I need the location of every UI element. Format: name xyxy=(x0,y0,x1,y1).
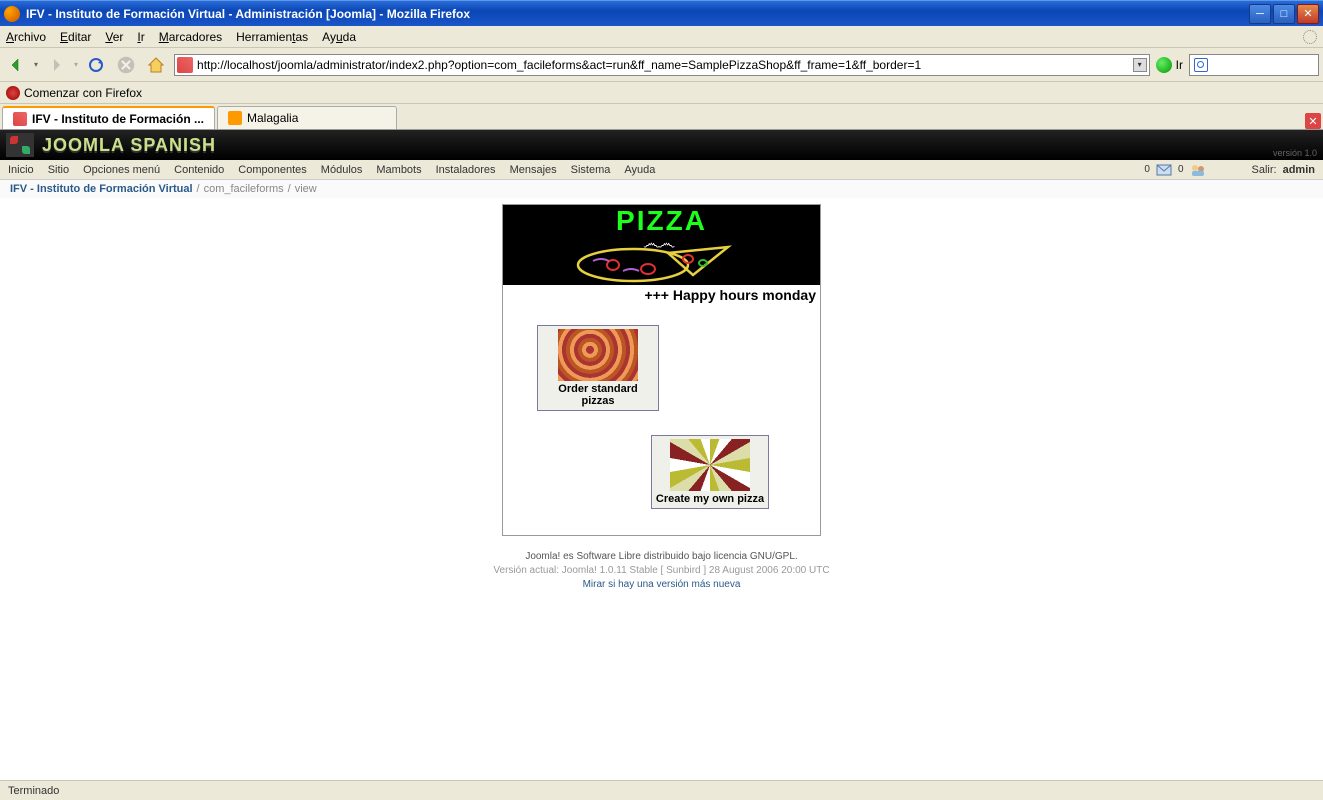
close-button[interactable]: ✕ xyxy=(1297,4,1319,24)
firefox-nav-toolbar: ▾ ▾ ▾ Ir xyxy=(0,48,1323,82)
create-own-button[interactable]: Create my own pizza xyxy=(651,435,769,509)
logout-user[interactable]: admin xyxy=(1283,164,1315,176)
jmenu-instaladores[interactable]: Instaladores xyxy=(436,164,496,176)
jmenu-modulos[interactable]: Módulos xyxy=(321,164,363,176)
order-standard-button[interactable]: Order standard pizzas xyxy=(537,325,659,411)
tab-favicon xyxy=(13,112,27,126)
url-input[interactable] xyxy=(197,58,1133,72)
close-tab-button[interactable]: ✕ xyxy=(1305,113,1321,129)
firefox-menubar: Archivo Editar Ver Ir Marcadores Herrami… xyxy=(0,26,1323,48)
back-button[interactable] xyxy=(4,53,28,77)
pizza-thumb-icon xyxy=(670,439,750,491)
pizza-banner: PIZZA ෴෴ xyxy=(503,205,820,285)
content-area: PIZZA ෴෴ +++ Happy hours monday xyxy=(0,198,1323,800)
address-dropdown-icon[interactable]: ▾ xyxy=(1133,58,1147,72)
breadcrumb-component: com_facileforms xyxy=(204,183,284,195)
users-count: 0 xyxy=(1178,164,1184,175)
tab-malagalia[interactable]: Malagalia xyxy=(217,106,397,129)
stop-button[interactable] xyxy=(114,53,138,77)
menu-herramientas[interactable]: Herramientas xyxy=(236,30,308,44)
jmenu-mensajes[interactable]: Mensajes xyxy=(510,164,557,176)
breadcrumb-sep: / xyxy=(197,183,200,195)
joomla-header: JOOMLA SPANISH versión 1.0 xyxy=(0,130,1323,160)
menu-archivo[interactable]: Archivo xyxy=(6,30,46,44)
tab-strip: IFV - Instituto de Formación ... Malagal… xyxy=(0,104,1323,130)
breadcrumb-view: view xyxy=(295,183,317,195)
jmenu-mambots[interactable]: Mambots xyxy=(376,164,421,176)
go-button-label[interactable]: Ir xyxy=(1176,58,1183,72)
bookmark-icon xyxy=(6,86,20,100)
tab-label: IFV - Instituto de Formación ... xyxy=(32,112,204,126)
logout-label: Salir: xyxy=(1252,164,1277,176)
joomla-logo-icon xyxy=(6,133,34,157)
card-label: Create my own pizza xyxy=(655,493,765,505)
jmenu-opciones[interactable]: Opciones menú xyxy=(83,164,160,176)
joomla-menubar: Inicio Sitio Opciones menú Contenido Com… xyxy=(0,160,1323,180)
forward-button[interactable] xyxy=(44,53,68,77)
bookmarks-toolbar: Comenzar con Firefox xyxy=(0,82,1323,104)
firefox-icon xyxy=(4,6,20,22)
marquee-text: +++ Happy hours monday xyxy=(503,285,820,307)
maximize-button[interactable]: □ xyxy=(1273,4,1295,24)
footer-line2: Versión actual: Joomla! 1.0.11 Stable [ … xyxy=(493,564,829,578)
jmenu-sistema[interactable]: Sistema xyxy=(571,164,611,176)
card-label: Order standard pizzas xyxy=(541,383,655,407)
bookmark-item-comenzar[interactable]: Comenzar con Firefox xyxy=(24,86,142,100)
jmenu-ayuda[interactable]: Ayuda xyxy=(624,164,655,176)
footer-update-link[interactable]: Mirar si hay una versión más nueva xyxy=(493,578,829,592)
search-bar[interactable] xyxy=(1189,54,1319,76)
pizza-neon-icon xyxy=(573,243,733,283)
breadcrumb-home[interactable]: IFV - Instituto de Formación Virtual xyxy=(10,183,193,195)
window-titlebar: IFV - Instituto de Formación Virtual - A… xyxy=(0,0,1323,26)
joomla-version: versión 1.0 xyxy=(1273,148,1317,158)
back-dropdown-icon[interactable]: ▾ xyxy=(34,60,38,69)
menu-ayuda[interactable]: Ayuda xyxy=(322,30,356,44)
home-button[interactable] xyxy=(144,53,168,77)
tab-label: Malagalia xyxy=(247,111,298,125)
menu-marcadores[interactable]: Marcadores xyxy=(159,30,222,44)
throbber-icon xyxy=(1303,30,1317,44)
jmenu-componentes[interactable]: Componentes xyxy=(238,164,307,176)
menu-ver[interactable]: Ver xyxy=(105,30,123,44)
window-title: IFV - Instituto de Formación Virtual - A… xyxy=(26,7,1249,21)
breadcrumb-sep: / xyxy=(288,183,291,195)
pizza-thumb-icon xyxy=(558,329,638,381)
tab-ifv[interactable]: IFV - Instituto de Formación ... xyxy=(2,106,215,129)
pizza-form-frame: PIZZA ෴෴ +++ Happy hours monday xyxy=(502,204,821,536)
messages-count: 0 xyxy=(1144,164,1150,175)
jmenu-sitio[interactable]: Sitio xyxy=(48,164,69,176)
joomla-brand: JOOMLA SPANISH xyxy=(42,135,216,156)
search-engine-icon[interactable] xyxy=(1194,58,1208,72)
minimize-button[interactable]: ─ xyxy=(1249,4,1271,24)
users-icon[interactable] xyxy=(1190,163,1206,177)
reload-button[interactable] xyxy=(84,53,108,77)
envelope-icon[interactable] xyxy=(1156,163,1172,177)
status-bar: Terminado xyxy=(0,780,1323,800)
address-bar[interactable]: ▾ xyxy=(174,54,1150,76)
forward-dropdown-icon[interactable]: ▾ xyxy=(74,60,78,69)
tab-favicon xyxy=(228,111,242,125)
jmenu-inicio[interactable]: Inicio xyxy=(8,164,34,176)
joomla-footer: Joomla! es Software Libre distribuido ba… xyxy=(493,550,829,592)
breadcrumb: IFV - Instituto de Formación Virtual / c… xyxy=(0,180,1323,198)
go-button-icon[interactable] xyxy=(1156,57,1172,73)
menu-ir[interactable]: Ir xyxy=(137,30,144,44)
jmenu-contenido[interactable]: Contenido xyxy=(174,164,224,176)
menu-editar[interactable]: Editar xyxy=(60,30,91,44)
footer-line1: Joomla! es Software Libre distribuido ba… xyxy=(493,550,829,564)
site-favicon xyxy=(177,57,193,73)
status-text: Terminado xyxy=(8,785,59,797)
